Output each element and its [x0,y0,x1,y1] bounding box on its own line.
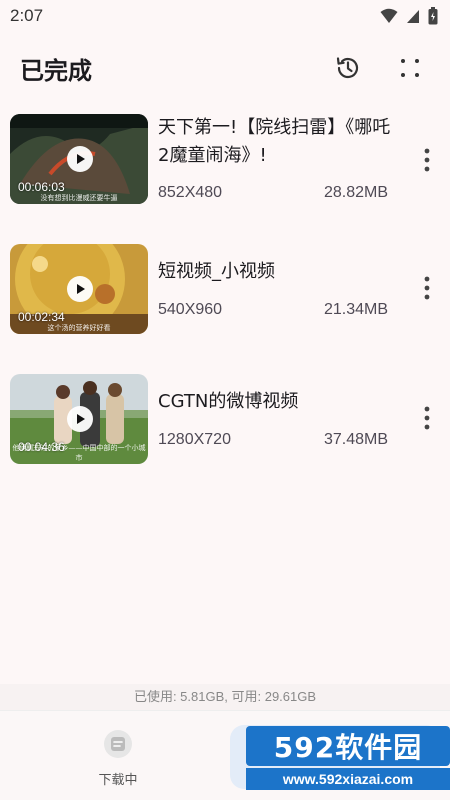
video-thumbnail[interactable]: 00:06:03 没有想到比漫威还要牛逼 [10,114,148,204]
more-vert-icon [424,276,430,300]
history-button[interactable] [328,48,368,88]
completed-list: 00:06:03 没有想到比漫威还要牛逼 天下第一!【院线扫雷】《哪吒2魔童闹海… [0,104,450,684]
play-button[interactable] [67,146,93,172]
video-duration: 00:06:03 [18,180,65,194]
play-icon [77,414,85,424]
video-title: 短视频_小视频 [158,261,275,282]
video-resolution: 540X960 [158,301,223,318]
history-icon [336,57,359,79]
play-button[interactable] [67,406,93,432]
list-item[interactable]: 00:02:34 这个汤的营养好好看 短视频_小视频 540X960 21.34… [0,244,450,340]
video-thumbnail[interactable]: 00:04:36 他俩聊去过的家乡——中国中部的一个小城市 [10,374,148,464]
status-bar: 2:07 [0,0,450,32]
signal-icon [407,10,419,23]
file-size: 37.48MB [324,431,389,448]
file-size: 28.82MB [324,184,389,201]
item-more-button[interactable] [417,272,437,304]
storage-info: 已使用: 5.81GB, 可用: 29.61GB [133,689,317,704]
list-item[interactable]: 00:04:36 他俩聊去过的家乡——中国中部的一个小城市 CGTN的微博视频 … [0,374,450,470]
more-options-button[interactable] [390,48,430,88]
video-resolution: 1280X720 [158,431,231,448]
thumbnail-caption: 没有想到比漫威还要牛逼 [40,194,118,202]
video-title: CGTN的微博视频 [158,391,299,412]
play-icon [77,154,85,164]
status-time: 2:07 [10,6,44,25]
video-resolution: 852X480 [158,184,223,201]
video-title: 天下第一!【院线扫雷】《哪吒2魔童闹海》! [158,117,391,166]
thumbnail-caption: 这个汤的营养好好看 [47,324,111,332]
page-title: 已完成 [20,56,92,85]
tab-downloading[interactable]: 下载中 [70,729,166,793]
battery-icon [428,7,438,25]
bottom-navigation: 下载中 [0,710,450,800]
more-vert-icon [424,148,430,172]
more-vert-icon [424,406,430,430]
tab-downloading-label: 下载中 [98,773,138,788]
file-size: 21.34MB [324,301,389,318]
wifi-icon [380,8,398,23]
app-bar: 已完成 [0,32,450,104]
item-more-button[interactable] [417,144,437,176]
download-icon [104,730,132,758]
tab-completed[interactable] [230,725,440,789]
play-icon [77,284,85,294]
video-thumbnail[interactable]: 00:02:34 这个汤的营养好好看 [10,244,148,334]
item-more-button[interactable] [417,402,437,434]
thumbnail-caption: 他俩聊去过的家乡——中国中部的一个小城市 [12,444,146,462]
status-icons [380,7,438,25]
more-grid-icon [401,59,419,77]
play-button[interactable] [67,276,93,302]
list-item[interactable]: 00:06:03 没有想到比漫威还要牛逼 天下第一!【院线扫雷】《哪吒2魔童闹海… [0,114,450,210]
video-duration: 00:02:34 [18,310,65,324]
